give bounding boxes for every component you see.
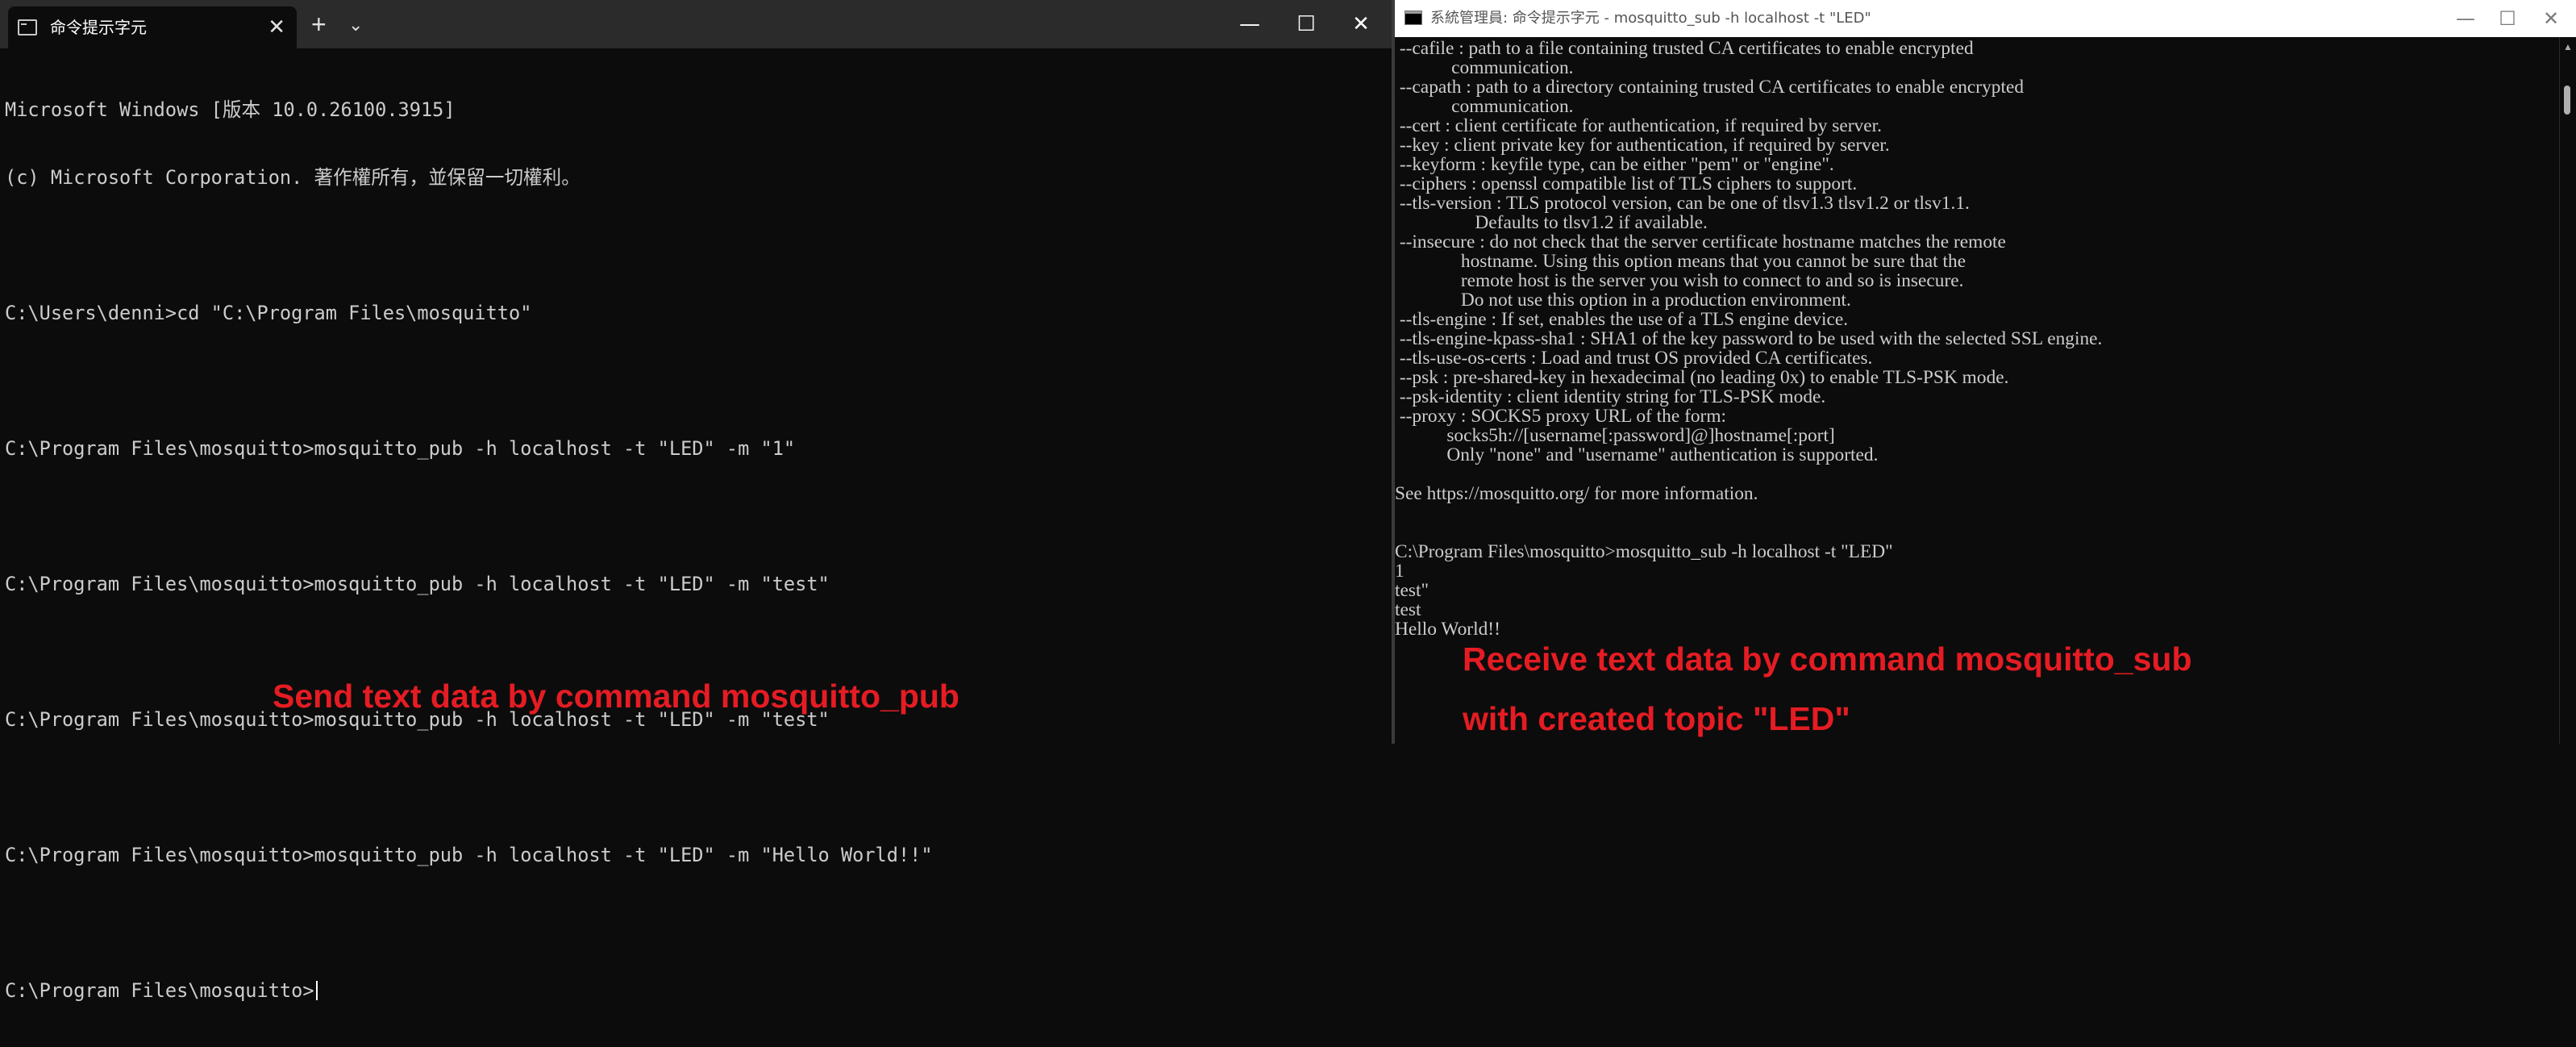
output-line: --insecure : do not check that the serve…: [1395, 232, 2006, 252]
windows-terminal-window: 命令提示字元 ✕ + ⌄ — ☐ ✕ Microsoft Windows [版本…: [0, 0, 1392, 1002]
console-output[interactable]: --cafile : path to a file containing tru…: [1395, 39, 2555, 639]
console-title-bar[interactable]: 系統管理員: 命令提示字元 - mosquitto_sub -h localho…: [1395, 0, 2576, 37]
output-line: --proxy : SOCKS5 proxy URL of the form:: [1395, 406, 1727, 427]
output-line: C:\Program Files\mosquitto>mosquitto_pub…: [5, 844, 933, 866]
text-cursor: [315, 981, 318, 1000]
classic-console-window: 系統管理員: 命令提示字元 - mosquitto_sub -h localho…: [1395, 0, 2576, 744]
output-line: --tls-engine : If set, enables the use o…: [1395, 309, 1849, 330]
maximize-button[interactable]: ☐: [1290, 8, 1322, 40]
output-line: test": [1395, 580, 1429, 601]
prompt-text: C:\Program Files\mosquitto>: [5, 979, 314, 1002]
minimize-button[interactable]: —: [1234, 8, 1266, 40]
terminal-title-bar[interactable]: 命令提示字元 ✕ + ⌄ — ☐ ✕: [0, 0, 1392, 48]
scroll-up-icon[interactable]: ▲: [2560, 39, 2576, 55]
output-line: --key : client private key for authentic…: [1395, 135, 1890, 156]
maximize-button[interactable]: ☐: [2491, 2, 2524, 35]
output-line: communication.: [1395, 57, 1574, 78]
tab-dropdown-icon[interactable]: ⌄: [348, 11, 363, 39]
output-line: See https://mosquitto.org/ for more info…: [1395, 483, 1758, 504]
tab-close-icon[interactable]: ✕: [268, 15, 285, 39]
minimize-button[interactable]: —: [2449, 2, 2482, 35]
pub-caption: Send text data by command mosquitto_pub: [273, 678, 959, 715]
output-line: Hello World!!: [1395, 619, 1500, 640]
close-button[interactable]: ✕: [1345, 8, 1377, 40]
output-line: C:\Program Files\mosquitto>mosquitto_pub…: [5, 573, 830, 595]
output-line: --cafile : path to a file containing tru…: [1395, 38, 1974, 59]
window-title: 系統管理員: 命令提示字元 - mosquitto_sub -h localho…: [1430, 10, 1871, 27]
close-button[interactable]: ✕: [2535, 2, 2567, 35]
output-line: socks5h://[username[:password]@]hostname…: [1395, 425, 1835, 446]
output-line: Microsoft Windows [版本 10.0.26100.3915]: [5, 98, 456, 121]
output-line: Do not use this option in a production e…: [1395, 290, 1851, 311]
console-scrollbar[interactable]: ▲: [2559, 37, 2576, 744]
terminal-output[interactable]: Microsoft Windows [版本 10.0.26100.3915] (…: [5, 53, 1384, 1047]
tab-command-prompt[interactable]: 命令提示字元 ✕: [8, 6, 297, 48]
output-line: Only "none" and "username" authenticatio…: [1395, 444, 1879, 465]
command-prompt-line[interactable]: C:\Program Files\mosquitto>: [5, 979, 1384, 1002]
output-line: 1: [1395, 561, 1405, 582]
scroll-thumb[interactable]: [2564, 86, 2570, 115]
output-line: --ciphers : openssl compatible list of T…: [1395, 173, 1858, 194]
output-line: communication.: [1395, 96, 1574, 117]
output-line: --tls-engine-kpass-sha1 : SHA1 of the ke…: [1395, 328, 2103, 349]
output-line: --psk-identity : client identity string …: [1395, 386, 1826, 407]
sub-caption-line2: with created topic "LED": [1463, 700, 1850, 737]
sub-caption-line1: Receive text data by command mosquitto_s…: [1463, 640, 2192, 678]
output-line: --keyform : keyfile type, can be either …: [1395, 154, 1834, 175]
output-line: C:\Program Files\mosquitto>mosquitto_pub…: [5, 437, 796, 460]
output-line: remote host is the server you wish to co…: [1395, 270, 1964, 291]
output-line: C:\Users\denni>cd "C:\Program Files\mosq…: [5, 302, 532, 324]
new-tab-button[interactable]: +: [311, 8, 327, 40]
output-line: C:\Program Files\mosquitto>mosquitto_sub…: [1395, 541, 1893, 562]
terminal-scrollbar[interactable]: [1384, 48, 1392, 744]
output-line: --tls-use-os-certs : Load and trust OS p…: [1395, 348, 1873, 369]
output-line: --psk : pre-shared-key in hexadecimal (n…: [1395, 367, 2009, 388]
output-line: (c) Microsoft Corporation. 著作權所有，並保留一切權利…: [5, 166, 581, 189]
output-line: --capath : path to a directory containin…: [1395, 77, 2025, 98]
output-line: hostname. Using this option means that y…: [1395, 251, 1966, 272]
output-line: test: [1395, 599, 1421, 620]
output-line: --tls-version : TLS protocol version, ca…: [1395, 193, 1970, 214]
terminal-icon: [18, 19, 37, 35]
cmd-icon: [1405, 10, 1422, 25]
output-line: Defaults to tlsv1.2 if available.: [1395, 212, 1708, 233]
output-line: --cert : client certificate for authenti…: [1395, 115, 1882, 136]
tab-title: 命令提示字元: [50, 18, 147, 37]
